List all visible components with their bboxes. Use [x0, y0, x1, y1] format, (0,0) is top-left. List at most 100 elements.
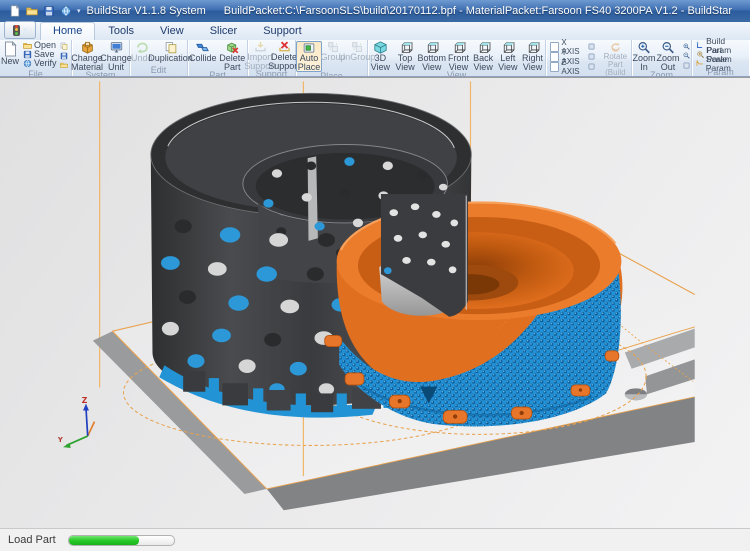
y-axis-arrow [63, 443, 71, 448]
collide-button[interactable]: Collide [189, 41, 217, 63]
window-title-document: BuildPacket:C:\FarsoonSLS\build\20170112… [224, 5, 732, 17]
z-axis-label: Z AXIS [561, 58, 584, 76]
undo-arrow-icon [135, 41, 149, 54]
y-axis-label: Y [57, 436, 63, 444]
ribbon-group-support: Import Support Delete Support Support [248, 40, 296, 76]
quick-access-toolbar: ▾ [0, 4, 87, 18]
part-hopper-ring[interactable] [325, 202, 623, 426]
rotate-icon [609, 42, 622, 53]
import-support-icon [254, 41, 267, 53]
zoom-out-button[interactable]: Zoom Out [656, 41, 680, 71]
status-bar: Load Part [0, 528, 750, 551]
qat-dropdown-caret-icon[interactable]: ▾ [77, 7, 81, 15]
view-bottom-button[interactable]: Bottom View [418, 41, 446, 71]
axis-triad: Z Y [57, 396, 95, 448]
menu-tab-row: ▾ Home Tools View Slicer Support [0, 22, 750, 40]
app-menu-caret-icon: ▾ [23, 26, 27, 34]
ribbon-group-param: Build Param Part Param Scale Param Param [692, 40, 749, 76]
view-top-button[interactable]: Top View [393, 41, 417, 71]
ribbon-group-file: New Open Save Verify File [0, 40, 72, 76]
ribbon-group-system: Change Material Change Unit System [72, 40, 130, 76]
save-floppy-icon [23, 50, 32, 59]
zoom-in-label: Zoom In [633, 54, 656, 71]
view-back-button[interactable]: Back View [471, 41, 495, 71]
build-param-icon [696, 41, 704, 50]
open-folder-icon [23, 41, 32, 50]
ribbon-group-transformation: X AXIS Y AXIS Z AXIS Rotate Part (Build … [546, 40, 632, 76]
view-bottom-label: Bottom View [418, 54, 447, 71]
ribbon-group-place: Auto Place Group UnGroup Place [296, 40, 368, 76]
delete-part-button[interactable]: Delete Part [218, 41, 246, 71]
ungroup-icon [350, 41, 364, 53]
save-icon[interactable] [42, 4, 56, 18]
x-axis-checkbox-box [550, 42, 559, 52]
view-right-button[interactable]: Right View [521, 41, 545, 71]
ribbon-group-view: 3D View Top View Bottom View Front View … [368, 40, 546, 76]
mirror-y-icon[interactable] [587, 53, 596, 61]
status-label: Load Part [8, 534, 56, 546]
mirror-x-icon[interactable] [587, 43, 596, 51]
zoom-fit-icon[interactable] [681, 52, 691, 60]
group-icon [326, 41, 340, 53]
zoom-in-button[interactable]: Zoom In [632, 41, 656, 71]
duplication-button[interactable]: Duplication [154, 41, 188, 63]
view-right-label: Right View [522, 54, 544, 71]
view-back-label: Back View [472, 54, 494, 71]
new-label: New [1, 57, 19, 66]
view-front-label: Front View [447, 54, 469, 71]
verify-button[interactable]: Verify [22, 59, 58, 68]
delete-part-label: Delete Part [219, 54, 245, 71]
verify-globe-icon [23, 59, 32, 68]
tab-view[interactable]: View [147, 22, 197, 40]
application-menu-button[interactable]: ▾ [4, 21, 36, 39]
z-axis-checkbox-box [550, 62, 559, 72]
group-label-param: Param [692, 68, 749, 77]
duplication-label: Duplication [148, 54, 193, 63]
tab-slicer[interactable]: Slicer [197, 22, 251, 40]
tab-tools[interactable]: Tools [95, 22, 147, 40]
view-3d-label: 3D View [369, 54, 391, 71]
z-axis-label: Z [82, 396, 88, 405]
about-icon[interactable] [59, 4, 73, 18]
mirror-z-icon[interactable] [586, 63, 595, 71]
new-document-icon[interactable] [8, 4, 22, 18]
zoom-all-icon[interactable] [681, 61, 691, 69]
file-extra-tool-icon[interactable] [59, 42, 69, 50]
group-label-edit: Edit [130, 66, 187, 76]
view-3d-button[interactable]: 3D View [368, 41, 392, 71]
viewport-3d[interactable]: Z Y [0, 77, 750, 529]
scene-canvas: Z Y [0, 78, 750, 529]
buildstar-logo-icon [13, 25, 20, 36]
ungroup-button[interactable]: UnGroup [344, 41, 370, 62]
delete-support-button[interactable]: Delete Support [272, 41, 296, 70]
ribbon-group-part: Collide Delete Part Part [188, 40, 248, 76]
ribbon-group-zoom: Zoom In Zoom Out Zoom [632, 40, 692, 76]
ribbon: New Open Save Verify File Change Materia… [0, 40, 750, 77]
view-front-button[interactable]: Front View [446, 41, 470, 71]
ribbon-group-edit: Undo Duplication Edit [130, 40, 188, 76]
tab-home[interactable]: Home [40, 22, 95, 40]
part-param-icon [696, 50, 705, 59]
auto-place-label: Auto Place [298, 54, 321, 71]
collide-label: Collide [189, 54, 217, 63]
view-top-label: Top View [394, 54, 416, 71]
zoom-window-icon[interactable] [681, 42, 691, 50]
title-bar: ▾ BuildStar V1.1.8 System BuildPacket:C:… [0, 0, 750, 22]
tab-support[interactable]: Support [250, 22, 315, 40]
open-folder-icon[interactable] [25, 4, 39, 18]
view-left-label: Left View [497, 54, 519, 71]
new-button[interactable]: New [0, 41, 20, 66]
z-axis-checkbox[interactable]: Z AXIS [549, 62, 597, 71]
change-unit-button[interactable]: Change Unit [102, 41, 130, 71]
change-unit-label: Change Unit [100, 54, 132, 71]
verify-label: Verify [34, 59, 57, 68]
change-material-button[interactable]: Change Material [72, 41, 102, 71]
change-material-label: Change Material [71, 54, 103, 71]
new-page-icon [2, 41, 19, 57]
export-icon[interactable] [59, 61, 69, 69]
view-left-button[interactable]: Left View [496, 41, 520, 71]
zoom-out-label: Zoom Out [657, 54, 680, 71]
save-as-icon[interactable] [59, 52, 69, 60]
window-title-system: BuildStar V1.1.8 System [87, 5, 206, 17]
auto-place-button[interactable]: Auto Place [296, 41, 322, 72]
